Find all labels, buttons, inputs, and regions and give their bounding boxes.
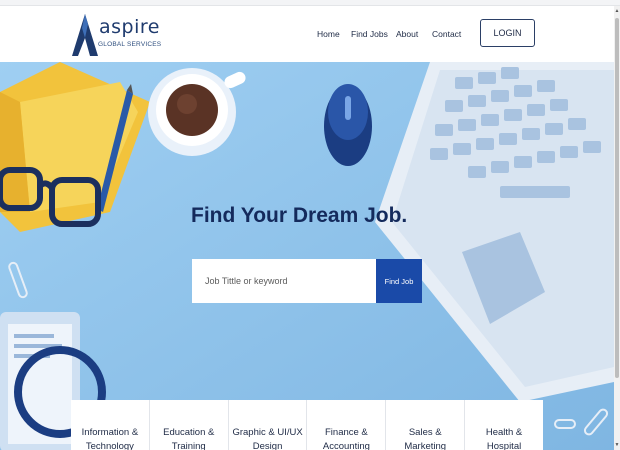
category-card[interactable]: Health & Hospital xyxy=(465,400,543,450)
find-job-button[interactable]: Find Job xyxy=(376,259,422,303)
category-line1: Graphic & UI/UX xyxy=(232,427,303,438)
category-line2: Technology xyxy=(85,441,134,450)
nav-find-jobs[interactable]: Find Jobs xyxy=(351,29,388,39)
login-button[interactable]: LOGIN xyxy=(480,19,535,47)
nav-home[interactable]: Home xyxy=(317,29,340,39)
site-header: aspire GLOBAL SERVICES Home Find Jobs Ab… xyxy=(0,6,614,62)
category-card[interactable]: Information & Technology xyxy=(71,400,150,450)
category-card[interactable]: Graphic & UI/UX Design xyxy=(229,400,308,450)
category-strip: Information & Technology Education & Train… xyxy=(71,400,543,450)
category-line1: Finance & xyxy=(325,427,368,438)
page-scrollbar[interactable]: ▲ ▼ xyxy=(614,6,620,450)
hero-section: Find Your Dream Job. xyxy=(0,62,614,450)
scroll-down-arrow-icon[interactable]: ▼ xyxy=(614,442,620,448)
category-card[interactable]: Sales & Marketing xyxy=(386,400,466,450)
category-line2: Training xyxy=(171,441,206,450)
category-line1: Sales & xyxy=(408,427,442,438)
category-line2: Marketing xyxy=(404,441,447,450)
scroll-up-arrow-icon[interactable]: ▲ xyxy=(614,8,620,14)
category-line1: Health & xyxy=(485,427,523,438)
category-line2: Design xyxy=(252,441,283,450)
category-line1: Education & xyxy=(163,427,215,438)
brand-logo[interactable]: aspire GLOBAL SERVICES xyxy=(72,14,162,56)
category-card[interactable]: Education & Training xyxy=(150,400,229,450)
brand-name: aspire xyxy=(99,16,160,38)
scroll-thumb[interactable] xyxy=(615,18,619,378)
category-line2: Hospital xyxy=(486,441,522,450)
hero-title: Find Your Dream Job. xyxy=(191,204,408,227)
nav-about[interactable]: About xyxy=(396,29,418,39)
nav-contact[interactable]: Contact xyxy=(432,29,461,39)
brand-tagline: GLOBAL SERVICES xyxy=(98,41,162,48)
hero-background-illustration xyxy=(0,62,614,450)
logo-mark-icon xyxy=(72,14,98,56)
job-search-input[interactable] xyxy=(192,259,376,303)
category-card[interactable]: Finance & Accounting xyxy=(307,400,387,450)
category-line1: Information & xyxy=(81,427,139,438)
category-line2: Accounting xyxy=(322,441,370,450)
